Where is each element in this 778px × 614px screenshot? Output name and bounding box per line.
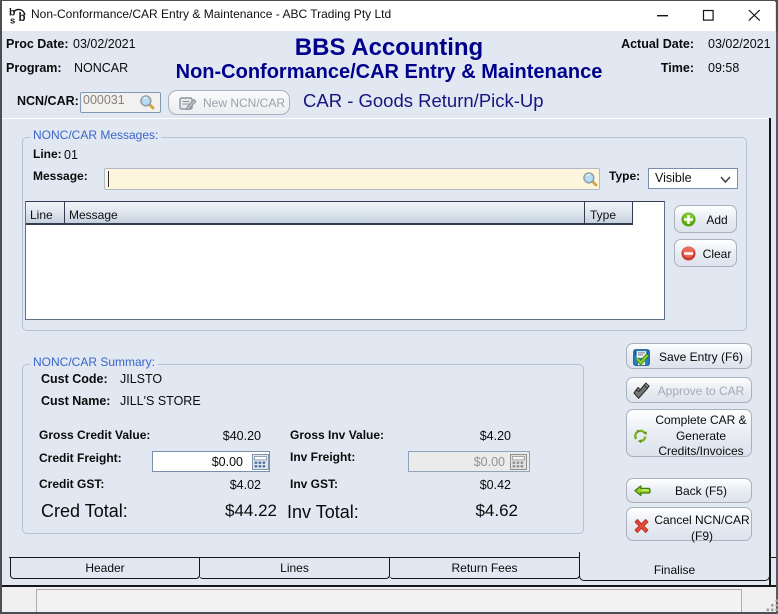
svg-text:s: s xyxy=(10,16,15,26)
